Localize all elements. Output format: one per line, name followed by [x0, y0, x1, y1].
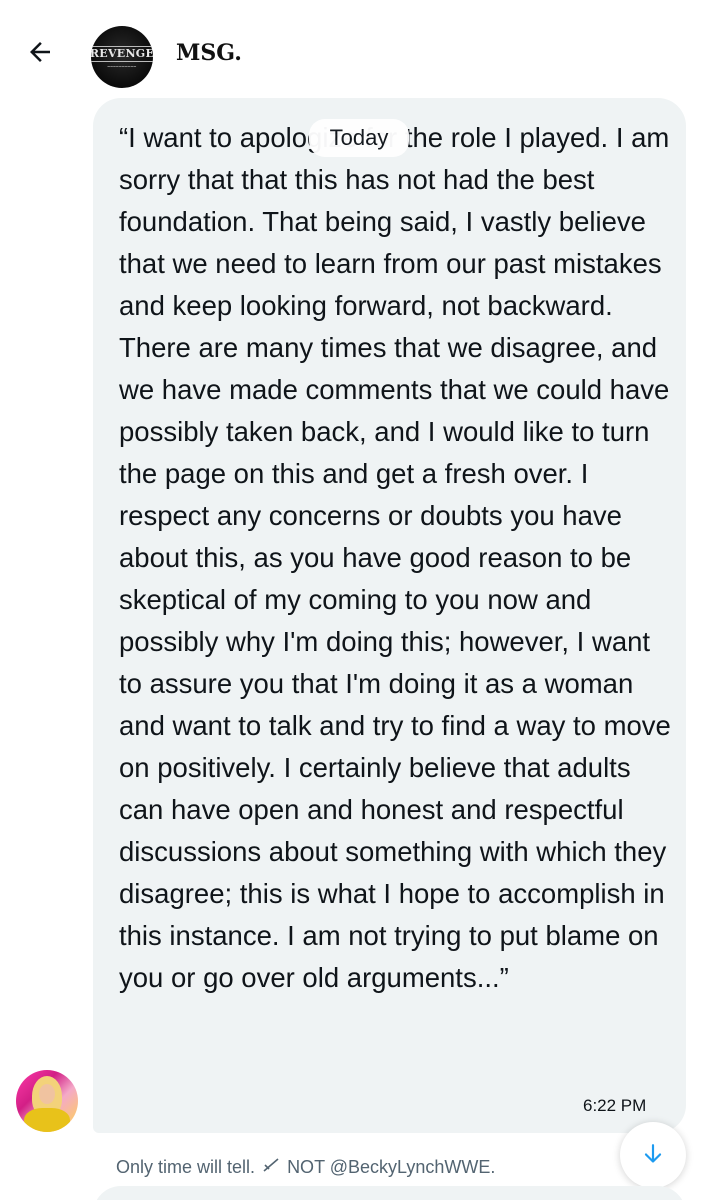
- back-button[interactable]: [18, 30, 62, 74]
- tweet-caption: Only time will tell. NOT @BeckyLynchWWE.: [116, 1157, 495, 1178]
- message-text: “I want to apologize for the role I play…: [119, 122, 671, 993]
- arrow-left-icon: [30, 42, 50, 62]
- sender-avatar[interactable]: [16, 1070, 78, 1132]
- logo-subline: ━━━━━━━━━━: [107, 63, 137, 69]
- arrow-down-icon: [644, 1144, 662, 1163]
- message-timestamp: 6:22 PM: [583, 1096, 647, 1115]
- next-message-bubble[interactable]: [93, 1186, 686, 1200]
- conversation-avatar[interactable]: REVENGE ━━━━━━━━━━: [91, 26, 153, 88]
- strike-icon: [262, 1157, 280, 1178]
- date-divider: Today: [309, 119, 409, 157]
- conversation-header: REVENGE ━━━━━━━━━━ MSG.: [0, 0, 724, 100]
- conversation-title[interactable]: MSG.: [176, 40, 242, 66]
- avatar-jacket: [24, 1108, 70, 1132]
- scroll-to-bottom-button[interactable]: [620, 1122, 686, 1188]
- caption-text-start: Only time will tell.: [116, 1157, 256, 1177]
- caption-text-end: NOT @BeckyLynchWWE.: [287, 1157, 496, 1177]
- avatar-face: [39, 1084, 55, 1104]
- logo-text: REVENGE: [91, 45, 153, 62]
